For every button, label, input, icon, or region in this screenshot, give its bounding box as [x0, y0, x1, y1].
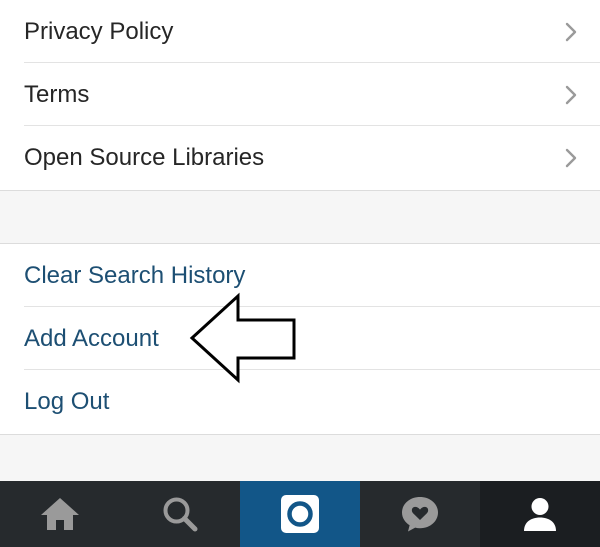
- open-source-libraries-row[interactable]: Open Source Libraries: [0, 126, 600, 189]
- privacy-policy-row[interactable]: Privacy Policy: [0, 0, 600, 63]
- home-icon: [41, 498, 79, 530]
- tab-home[interactable]: [0, 481, 120, 547]
- privacy-policy-label: Privacy Policy: [24, 17, 174, 45]
- settings-links-group: Privacy Policy Terms Open Source Librari…: [0, 0, 600, 191]
- chevron-right-icon: [565, 22, 577, 41]
- tab-camera[interactable]: [240, 481, 360, 547]
- log-out-label: Log Out: [24, 387, 110, 415]
- settings-screen: Privacy Policy Terms Open Source Librari…: [0, 0, 600, 547]
- profile-icon: [524, 498, 556, 531]
- bottom-tab-bar: [0, 481, 600, 547]
- activity-heart-icon: [402, 497, 438, 532]
- chevron-right-icon: [565, 148, 577, 167]
- add-account-button[interactable]: Add Account: [0, 307, 600, 370]
- left-arrow-annotation-icon: [189, 292, 296, 384]
- tab-profile[interactable]: [480, 481, 600, 547]
- log-out-button[interactable]: Log Out: [0, 370, 600, 433]
- clear-search-history-button[interactable]: Clear Search History: [0, 244, 600, 307]
- terms-label: Terms: [24, 80, 90, 108]
- terms-row[interactable]: Terms: [0, 63, 600, 126]
- clear-search-history-label: Clear Search History: [24, 261, 246, 289]
- tab-activity[interactable]: [360, 481, 480, 547]
- account-actions-group: Clear Search History Add Account Log Out: [0, 243, 600, 435]
- tab-search[interactable]: [120, 481, 240, 547]
- chevron-right-icon: [565, 85, 577, 104]
- search-icon: [163, 497, 198, 532]
- open-source-libraries-label: Open Source Libraries: [24, 143, 265, 171]
- add-account-label: Add Account: [24, 324, 159, 352]
- camera-icon: [281, 495, 319, 533]
